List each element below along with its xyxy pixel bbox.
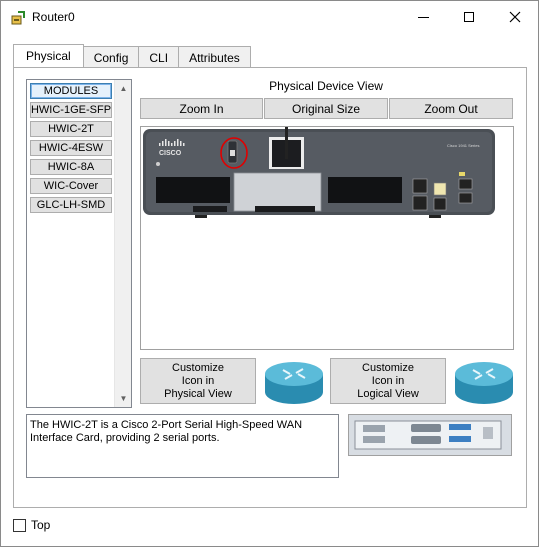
aux-port[interactable] bbox=[433, 197, 447, 211]
hwic-slot-0[interactable] bbox=[156, 177, 230, 203]
module-item-hwic-1ge-sfp[interactable]: HWIC-1GE-SFP bbox=[30, 102, 112, 118]
module-item-wic-cover[interactable]: WIC-Cover bbox=[30, 178, 112, 194]
port-led bbox=[459, 172, 465, 176]
customize-logical-icon-button[interactable]: Customize Icon in Logical View bbox=[330, 358, 446, 404]
console-port[interactable] bbox=[433, 182, 447, 196]
bottom-slot-1 bbox=[255, 206, 315, 212]
module-description: The HWIC-2T is a Cisco 2-Port Serial Hig… bbox=[26, 414, 339, 478]
power-cable bbox=[285, 127, 288, 159]
module-thumbnail bbox=[348, 414, 512, 456]
power-switch-toggle bbox=[230, 150, 235, 156]
maximize-button[interactable] bbox=[446, 1, 492, 33]
tab-attributes[interactable]: Attributes bbox=[178, 46, 251, 68]
maximize-icon bbox=[464, 12, 474, 22]
module-item-glc-lh-smd[interactable]: GLC-LH-SMD bbox=[30, 197, 112, 213]
module-item-hwic-2t[interactable]: HWIC-2T bbox=[30, 121, 112, 137]
status-led bbox=[156, 162, 160, 166]
gig-port-0[interactable] bbox=[412, 178, 428, 194]
tab-cli[interactable]: CLI bbox=[138, 46, 180, 68]
close-icon bbox=[509, 11, 521, 23]
zoom-in-button[interactable]: Zoom In bbox=[140, 98, 263, 119]
router-chassis[interactable]: CISCO Cisco 1941 Series bbox=[141, 127, 513, 349]
top-checkbox[interactable] bbox=[13, 518, 26, 532]
close-button[interactable] bbox=[492, 1, 538, 33]
customize-physical-label: Customize Icon in Physical View bbox=[164, 361, 232, 400]
cisco-brand-text: CISCO bbox=[159, 150, 182, 157]
module-item-modules[interactable]: MODULES bbox=[30, 83, 112, 99]
minimize-icon bbox=[417, 16, 429, 18]
top-label: Top bbox=[31, 518, 51, 532]
model-label: Cisco 1941 Series bbox=[447, 143, 479, 148]
tab-physical[interactable]: Physical bbox=[13, 44, 84, 67]
physical-tab-panel: MODULES HWIC-1GE-SFP HWIC-2T HWIC-4ESW H… bbox=[13, 67, 527, 508]
tab-config[interactable]: Config bbox=[82, 46, 140, 68]
top-option[interactable]: Top bbox=[13, 518, 50, 532]
scroll-up-arrow-icon[interactable]: ▲ bbox=[115, 80, 132, 97]
physical-device-view-label: Physical Device View bbox=[269, 79, 383, 93]
bottom-slot-0 bbox=[193, 206, 227, 212]
customize-physical-icon-button[interactable]: Customize Icon in Physical View bbox=[140, 358, 256, 404]
module-list-scrollbar[interactable]: ▲ ▼ bbox=[114, 80, 131, 407]
original-size-button[interactable]: Original Size bbox=[264, 98, 388, 119]
router-window: Router0 Physical Config CLI Attributes M… bbox=[0, 0, 539, 547]
module-items: MODULES HWIC-1GE-SFP HWIC-2T HWIC-4ESW H… bbox=[28, 81, 116, 216]
window-title: Router0 bbox=[32, 10, 75, 24]
title-bar: Router0 bbox=[1, 1, 538, 33]
module-item-hwic-4esw[interactable]: HWIC-4ESW bbox=[30, 140, 112, 156]
scroll-down-arrow-icon[interactable]: ▼ bbox=[115, 390, 132, 407]
usb-port-1[interactable] bbox=[458, 192, 473, 204]
router-app-icon bbox=[11, 11, 25, 25]
gig-port-1[interactable] bbox=[412, 195, 428, 211]
tab-strip: Physical Config CLI Attributes bbox=[13, 44, 251, 68]
zoom-out-button[interactable]: Zoom Out bbox=[389, 98, 513, 119]
module-list: MODULES HWIC-1GE-SFP HWIC-2T HWIC-4ESW H… bbox=[26, 79, 132, 408]
router-physical-icon bbox=[265, 362, 323, 404]
chassis-foot bbox=[429, 215, 441, 218]
hwic-2t-card-image bbox=[354, 420, 502, 450]
module-bay-cover[interactable] bbox=[233, 172, 322, 212]
usb-port-0[interactable] bbox=[458, 178, 473, 190]
device-view-area: CISCO Cisco 1941 Series bbox=[140, 126, 514, 350]
router-logical-icon bbox=[455, 362, 513, 404]
module-item-hwic-8a[interactable]: HWIC-8A bbox=[30, 159, 112, 175]
minimize-button[interactable] bbox=[400, 1, 446, 33]
chassis-foot bbox=[195, 215, 207, 218]
customize-logical-label: Customize Icon in Logical View bbox=[357, 361, 419, 400]
hwic-slot-1[interactable] bbox=[328, 177, 402, 203]
